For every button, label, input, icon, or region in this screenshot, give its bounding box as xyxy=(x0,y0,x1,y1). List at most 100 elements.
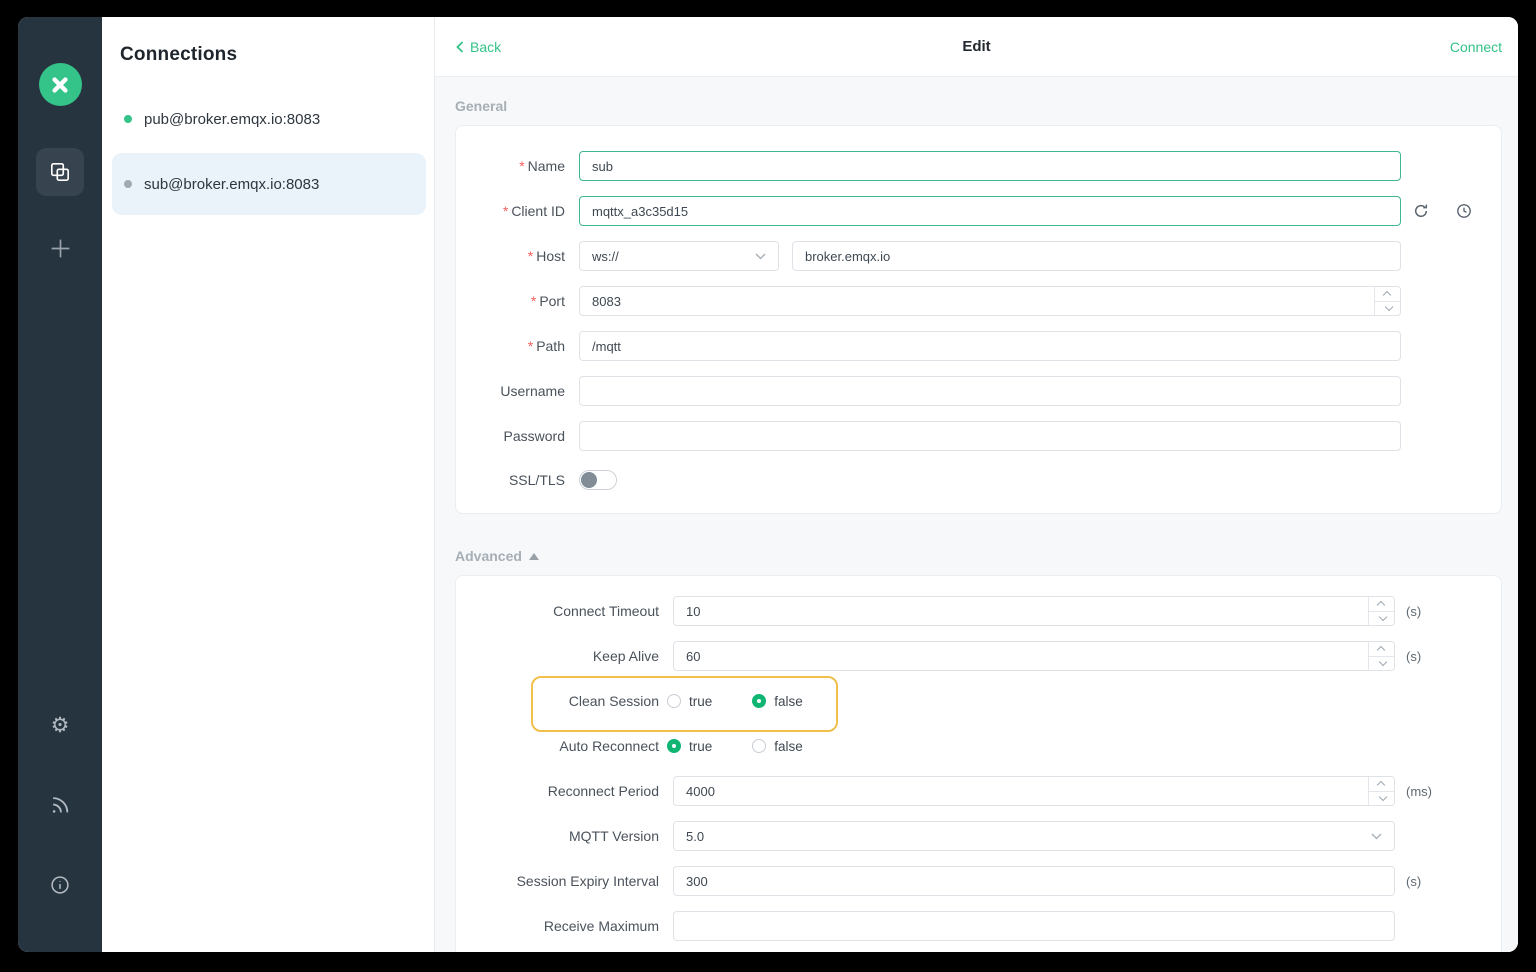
about-button[interactable] xyxy=(45,870,75,900)
advanced-section-text: Advanced xyxy=(455,548,522,564)
keep-alive-input[interactable] xyxy=(673,641,1395,671)
clean-session-false-option[interactable]: false xyxy=(752,694,803,709)
connect-button[interactable]: Connect xyxy=(1450,39,1502,55)
required-mark: * xyxy=(519,158,525,174)
chevron-down-icon xyxy=(1378,792,1387,802)
radio-selected-icon xyxy=(667,739,681,753)
name-row: * Name xyxy=(476,151,1501,181)
collapse-triangle-icon xyxy=(528,552,539,560)
feed-button[interactable] xyxy=(45,790,75,820)
reconnect-period-label: Reconnect Period xyxy=(547,783,659,799)
clean-session-label: Clean Session xyxy=(568,693,659,709)
clean-session-radio-group: true false xyxy=(667,694,803,709)
general-card: *Name *Client ID xyxy=(455,125,1502,514)
settings-button[interactable]: ⚙ xyxy=(45,710,75,740)
chevron-up-icon xyxy=(1376,600,1385,610)
stepper-down-button[interactable] xyxy=(1369,790,1394,806)
page-title: Edit xyxy=(962,38,991,55)
password-input[interactable] xyxy=(579,421,1401,451)
port-stepper xyxy=(1374,287,1400,315)
ssl-tls-row: SSL/TLS xyxy=(476,466,1501,494)
username-input[interactable] xyxy=(579,376,1401,406)
rss-icon xyxy=(52,797,69,813)
connections-icon xyxy=(51,163,69,181)
unit-label: (s) xyxy=(1406,873,1422,889)
name-input[interactable] xyxy=(579,151,1401,181)
protocol-value: ws:// xyxy=(592,248,619,264)
session-expiry-input[interactable] xyxy=(673,866,1395,896)
advanced-section-label[interactable]: Advanced xyxy=(455,548,1502,564)
new-connection-button[interactable] xyxy=(40,228,80,268)
connection-item-pub[interactable]: pub@broker.emqx.io:8083 xyxy=(102,91,434,147)
gear-icon: ⚙ xyxy=(50,712,70,737)
auto-reconnect-true-option[interactable]: true xyxy=(667,739,712,754)
refresh-icon xyxy=(1414,204,1428,217)
client-id-actions xyxy=(1413,203,1472,219)
radio-unselected-icon xyxy=(752,739,767,753)
chevron-down-icon xyxy=(1378,657,1387,667)
chevron-down-icon xyxy=(1378,612,1387,622)
mqtt-version-select[interactable]: 5.0 xyxy=(673,821,1395,851)
client-id-row: * Client ID xyxy=(476,196,1501,226)
required-mark: * xyxy=(527,248,534,264)
mqtt-version-row: MQTT Version 5.0 xyxy=(476,821,1501,851)
connections-list: pub@broker.emqx.io:8083 sub@broker.emqx.… xyxy=(102,91,434,215)
connection-item-sub[interactable]: sub@broker.emqx.io:8083 xyxy=(112,153,426,215)
back-button[interactable]: Back xyxy=(455,39,501,55)
path-row: * Path xyxy=(476,331,1501,361)
ssl-tls-label: SSL/TLS xyxy=(508,472,565,488)
client-id-input[interactable] xyxy=(579,196,1401,226)
stepper-up-button[interactable] xyxy=(1369,777,1394,791)
mqttx-logo-icon xyxy=(52,76,68,93)
path-input[interactable] xyxy=(579,331,1401,361)
host-input[interactable] xyxy=(792,241,1401,271)
refresh-client-id-button[interactable] xyxy=(1413,203,1429,219)
receive-maximum-row: Receive Maximum xyxy=(476,911,1501,941)
stepper-down-button[interactable] xyxy=(1369,610,1394,626)
username-row: Username xyxy=(476,376,1501,406)
chevron-down-icon xyxy=(1384,302,1393,312)
auto-reconnect-false-option[interactable]: false xyxy=(752,739,803,754)
toggle-knob xyxy=(581,472,597,488)
protocol-select[interactable]: ws:// xyxy=(579,241,779,271)
stepper-down-button[interactable] xyxy=(1369,655,1394,671)
stepper-up-button[interactable] xyxy=(1369,642,1394,656)
chevron-up-icon xyxy=(1376,645,1385,655)
mqtt-version-label: MQTT Version xyxy=(569,828,659,844)
keep-alive-label: Keep Alive xyxy=(592,648,659,664)
connect-timeout-label: Connect Timeout xyxy=(553,603,659,619)
password-label: Password xyxy=(503,428,565,444)
receive-maximum-input[interactable] xyxy=(673,911,1395,941)
radio-selected-icon xyxy=(752,694,767,708)
keep-alive-row: Keep Alive (s) xyxy=(476,641,1501,671)
app-window: ⚙ Connections pub@broker.emqx.io:8083 su… xyxy=(18,17,1518,952)
port-row: * Port xyxy=(476,286,1501,316)
reconnect-period-input[interactable] xyxy=(673,776,1395,806)
radio-unselected-icon xyxy=(667,694,681,708)
port-input[interactable] xyxy=(579,286,1401,316)
stepper-down-button[interactable] xyxy=(1375,300,1400,316)
stepper-up-button[interactable] xyxy=(1369,597,1394,611)
client-id-label: * Client ID xyxy=(502,203,565,219)
connect-timeout-input[interactable] xyxy=(673,596,1395,626)
clock-icon xyxy=(1457,204,1471,218)
receive-maximum-label: Receive Maximum xyxy=(543,918,659,934)
client-id-history-button[interactable] xyxy=(1456,203,1472,219)
required-mark: * xyxy=(502,203,509,219)
chevron-up-icon xyxy=(1376,780,1385,790)
status-dot-connected xyxy=(124,115,132,123)
ssl-tls-toggle[interactable] xyxy=(579,470,617,490)
connect-timeout-stepper xyxy=(1368,597,1394,625)
sidebar-item-connections[interactable] xyxy=(36,148,84,196)
advanced-card: Connect Timeout (s) Keep Alive xyxy=(455,575,1502,952)
mqttx-logo xyxy=(38,63,82,106)
back-label: Back xyxy=(470,38,502,55)
clean-session-true-option[interactable]: true xyxy=(667,694,712,709)
chevron-down-icon xyxy=(1371,832,1382,840)
host-row: * Host ws:// xyxy=(476,241,1501,271)
stepper-up-button[interactable] xyxy=(1375,287,1400,301)
unit-label: (s) xyxy=(1406,648,1422,664)
chevron-down-icon xyxy=(755,252,766,260)
connections-panel: Connections pub@broker.emqx.io:8083 sub@… xyxy=(102,17,435,952)
plus-icon xyxy=(51,239,69,257)
